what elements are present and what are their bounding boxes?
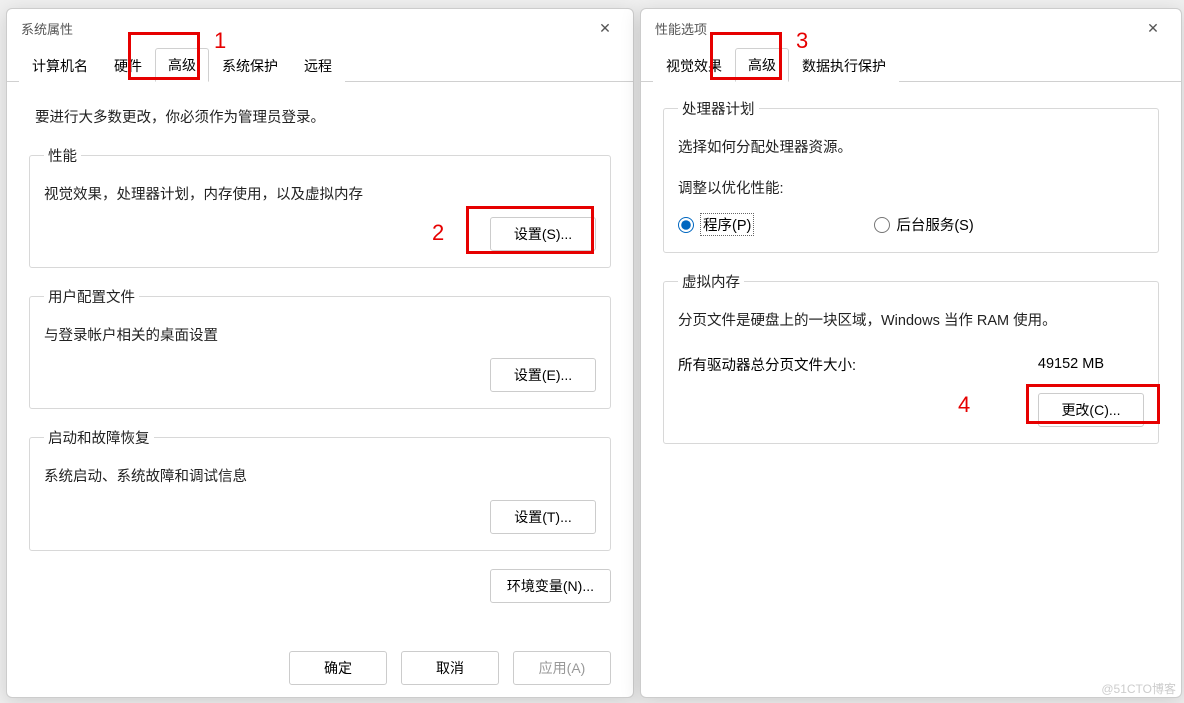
group-desc: 与登录帐户相关的桌面设置 (44, 325, 596, 348)
tabs: 视觉效果 高级 数据执行保护 (641, 47, 1181, 82)
dialog-footer: 确定 取消 应用(A) (289, 651, 611, 685)
tab-visual-effects[interactable]: 视觉效果 (653, 49, 735, 82)
apply-button[interactable]: 应用(A) (513, 651, 611, 685)
group-desc: 视觉效果，处理器计划，内存使用，以及虚拟内存 (44, 184, 596, 207)
paging-total-value: 49152 MB (1038, 356, 1104, 372)
tab-system-protection[interactable]: 系统保护 (209, 49, 291, 82)
performance-settings-button[interactable]: 设置(S)... (490, 217, 596, 251)
group-legend: 用户配置文件 (44, 286, 139, 307)
group-legend: 启动和故障恢复 (44, 427, 154, 448)
startup-settings-button[interactable]: 设置(T)... (490, 500, 596, 534)
dialog-title: 性能选项 (655, 19, 707, 38)
paging-total-label: 所有驱动器总分页文件大小: (678, 354, 856, 375)
close-icon: ✕ (1147, 21, 1159, 35)
dialog-content: 处理器计划 选择如何分配处理器资源。 调整以优化性能: 程序(P) 后台服务(S… (641, 82, 1181, 474)
group-desc: 分页文件是硬盘上的一块区域，Windows 当作 RAM 使用。 (678, 310, 1144, 333)
close-icon: ✕ (599, 21, 611, 35)
radio-label: 程序(P) (700, 213, 754, 236)
tab-hardware[interactable]: 硬件 (101, 49, 155, 82)
user-profile-settings-button[interactable]: 设置(E)... (490, 358, 596, 392)
watermark: @51CTO博客 (1101, 680, 1176, 697)
environment-variables-button[interactable]: 环境变量(N)... (490, 569, 611, 603)
radio-background[interactable]: 后台服务(S) (874, 214, 973, 235)
titlebar: 系统属性 ✕ (7, 9, 633, 43)
radio-row: 程序(P) 后台服务(S) (678, 213, 1144, 236)
radio-programs-input[interactable] (678, 217, 694, 233)
group-desc: 系统启动、系统故障和调试信息 (44, 466, 596, 489)
titlebar: 性能选项 ✕ (641, 9, 1181, 43)
group-legend: 性能 (44, 145, 81, 166)
tab-dep[interactable]: 数据执行保护 (789, 49, 899, 82)
group-performance: 性能 视觉效果，处理器计划，内存使用，以及虚拟内存 设置(S)... (29, 145, 611, 268)
tabs: 计算机名 硬件 高级 系统保护 远程 (7, 47, 633, 82)
tab-advanced[interactable]: 高级 (735, 48, 789, 82)
dialog-content: 要进行大多数更改，你必须作为管理员登录。 性能 视觉效果，处理器计划，内存使用，… (7, 82, 633, 615)
admin-note: 要进行大多数更改，你必须作为管理员登录。 (35, 106, 605, 127)
performance-options-dialog: 性能选项 ✕ 视觉效果 高级 数据执行保护 处理器计划 选择如何分配处理器资源。… (640, 8, 1182, 698)
system-properties-dialog: 系统属性 ✕ 计算机名 硬件 高级 系统保护 远程 要进行大多数更改，你必须作为… (6, 8, 634, 698)
ok-button[interactable]: 确定 (289, 651, 387, 685)
paging-total-row: 所有驱动器总分页文件大小: 49152 MB (678, 354, 1144, 375)
radio-label: 后台服务(S) (896, 214, 973, 235)
close-button[interactable]: ✕ (1135, 14, 1171, 42)
dialog-title: 系统属性 (21, 19, 73, 38)
group-user-profile: 用户配置文件 与登录帐户相关的桌面设置 设置(E)... (29, 286, 611, 409)
optimize-label: 调整以优化性能: (678, 178, 1144, 201)
tab-computer-name[interactable]: 计算机名 (19, 49, 101, 82)
group-processor-scheduling: 处理器计划 选择如何分配处理器资源。 调整以优化性能: 程序(P) 后台服务(S… (663, 98, 1159, 253)
close-button[interactable]: ✕ (587, 14, 623, 42)
group-startup-recovery: 启动和故障恢复 系统启动、系统故障和调试信息 设置(T)... (29, 427, 611, 550)
group-virtual-memory: 虚拟内存 分页文件是硬盘上的一块区域，Windows 当作 RAM 使用。 所有… (663, 271, 1159, 443)
radio-background-input[interactable] (874, 217, 890, 233)
group-legend: 处理器计划 (678, 98, 759, 119)
cancel-button[interactable]: 取消 (401, 651, 499, 685)
change-vm-button[interactable]: 更改(C)... (1038, 393, 1144, 427)
group-desc: 选择如何分配处理器资源。 (678, 137, 1144, 160)
tab-remote[interactable]: 远程 (291, 49, 345, 82)
radio-programs[interactable]: 程序(P) (678, 213, 754, 236)
tab-advanced[interactable]: 高级 (155, 48, 209, 82)
group-legend: 虚拟内存 (678, 271, 744, 292)
